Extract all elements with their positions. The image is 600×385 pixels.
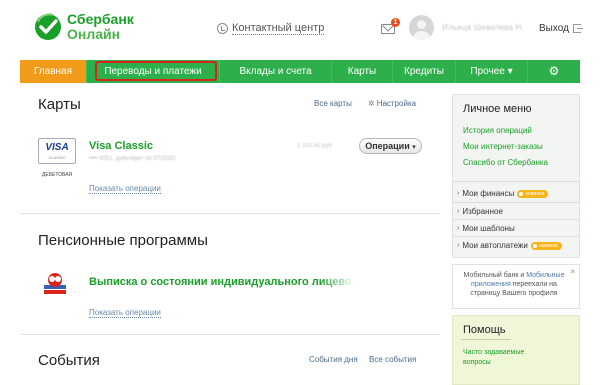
show-pension-operations-link[interactable]: Показать операции: [89, 308, 161, 318]
close-icon[interactable]: ×: [570, 267, 575, 276]
divider: [453, 202, 579, 203]
internet-orders-link[interactable]: Мои интернет-заказы: [463, 142, 543, 151]
sberbank-logo-icon: [35, 13, 61, 40]
help-box: Помощь Часто задаваемые вопросы: [452, 315, 580, 385]
phone-icon: [217, 23, 228, 34]
all-cards-link[interactable]: Все карты: [314, 99, 352, 108]
nav-credits[interactable]: Кредиты: [393, 60, 456, 83]
logout-label: Выход: [539, 23, 569, 34]
nav-home[interactable]: Главная: [20, 60, 87, 83]
logout-button[interactable]: Выход: [539, 23, 583, 34]
sidebar-item-label: Мои финансы: [462, 189, 515, 198]
text-fade: [320, 272, 355, 290]
operations-button[interactable]: Операции ▾: [359, 138, 422, 154]
pension-fund-logo-icon: [44, 273, 66, 294]
card-balance: 3 100,00 руб.: [297, 143, 334, 149]
sberbank-logo[interactable]: Сбербанк Онлайн: [33, 12, 134, 42]
mail-count-badge: 1: [391, 18, 400, 27]
chevron-down-icon: ▾: [412, 144, 416, 151]
sidebar-item-templates[interactable]: › Мои шаблоны: [457, 224, 515, 233]
sidebar-item-label: Мои шаблоны: [462, 224, 515, 233]
all-events-link[interactable]: Все события: [369, 355, 416, 364]
nav-cards[interactable]: Карты: [332, 60, 393, 83]
logo-line1: Сбербанк: [67, 11, 134, 27]
divider: [20, 213, 440, 214]
sidebar-item-finances[interactable]: › Мои финансы новинка: [457, 189, 549, 198]
card-brand: VISA: [45, 142, 69, 153]
chevron-right-icon: ›: [457, 242, 460, 249]
divider: [20, 334, 440, 335]
sidebar-item-autopayments[interactable]: › Мои автоплатежи новинка: [457, 241, 562, 250]
settings-gear-icon: ✲: [368, 99, 375, 108]
personal-menu-title: Личное меню: [463, 103, 532, 115]
nav-deposits-accounts[interactable]: Вклады и счета: [220, 60, 332, 83]
main-nav: Главная Переводы и платежи Вклады и счет…: [20, 60, 580, 83]
chevron-right-icon: ›: [457, 225, 460, 232]
notice-text-pre: Мобильный банк и: [463, 272, 527, 279]
visa-card-image[interactable]: VISA CLASSIC: [38, 138, 76, 164]
avatar[interactable]: [409, 15, 434, 40]
nav-transfers-payments[interactable]: Переводы и платежи: [87, 60, 220, 83]
pension-statement-link[interactable]: Выписка о состоянии индивидуального лице…: [89, 276, 351, 288]
settings-label: Настройка: [376, 99, 417, 108]
card-name-link[interactable]: Visa Classic: [89, 140, 153, 152]
show-card-operations-link[interactable]: Показать операции: [89, 184, 161, 194]
personal-menu: Личное меню История операций Мои интерне…: [452, 94, 580, 258]
sidebar-item-label: Мои автоплатежи: [462, 241, 528, 250]
divider: [453, 181, 579, 182]
operations-label: Операции: [365, 141, 410, 151]
mobile-bank-notice: Мобильный банк и Мобильные приложения пе…: [452, 264, 580, 309]
events-title: События: [38, 352, 100, 369]
divider: [453, 236, 579, 237]
new-badge: новинка: [517, 189, 549, 198]
divider: [461, 339, 511, 340]
pension-title: Пенсионные программы: [38, 232, 208, 249]
history-link[interactable]: История операций: [463, 126, 532, 135]
logout-icon: [572, 24, 583, 33]
card-brand-sub: CLASSIC: [48, 155, 66, 160]
nav-more-dropdown[interactable]: Прочее ▾: [456, 60, 528, 83]
settings-link[interactable]: ✲ Настройка: [368, 99, 416, 108]
username[interactable]: Ильица Шевелева Н.: [442, 23, 524, 32]
logo-line2: Онлайн: [67, 26, 121, 42]
chevron-right-icon: ›: [457, 208, 460, 215]
contact-center-link[interactable]: Контактный центр: [217, 22, 325, 35]
sidebar-item-label: Избранное: [462, 207, 503, 216]
new-badge: новинка: [530, 241, 562, 250]
faq-link[interactable]: Часто задаваемые вопросы: [463, 348, 553, 368]
card-type-label: ДЕБЕТОВАЯ: [42, 172, 73, 178]
cards-title: Карты: [38, 96, 81, 113]
help-title: Помощь: [463, 324, 506, 336]
events-day-link[interactable]: События дня: [309, 355, 358, 364]
card-details: •••• 0051, действует по 07/2020: [89, 156, 176, 162]
sidebar-item-favorites[interactable]: › Избранное: [457, 207, 503, 216]
gear-icon[interactable]: ⚙: [528, 60, 580, 83]
contact-center-label: Контактный центр: [232, 22, 325, 35]
spasibo-link[interactable]: Спасибо от Сбербанка: [463, 158, 548, 167]
notice-text: Мобильный банк и Мобильные приложения пе…: [459, 271, 569, 298]
divider: [453, 219, 579, 220]
header: Сбербанк Онлайн Контактный центр 1 Ильиц…: [0, 0, 600, 58]
chevron-right-icon: ›: [457, 190, 460, 197]
